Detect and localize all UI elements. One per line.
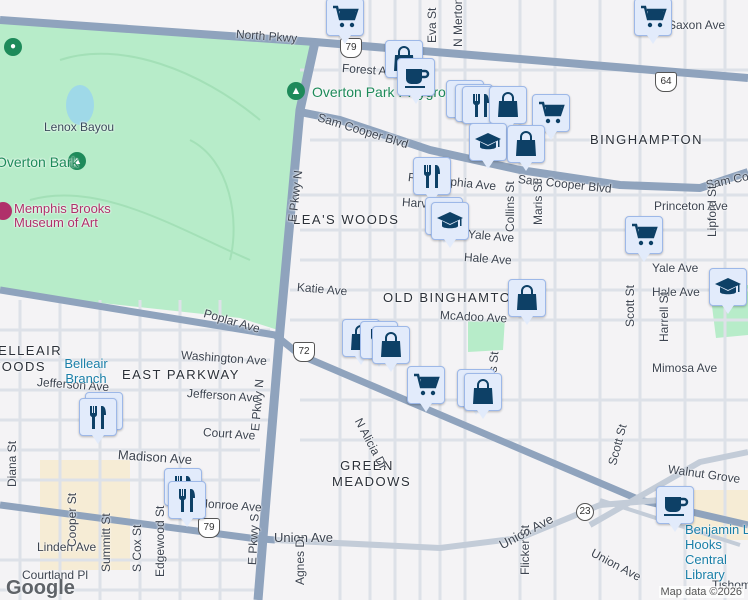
street-label: S Cox St	[130, 524, 144, 572]
street-label: Eva St	[425, 7, 439, 43]
neighborhood-label: BELLEAIR WOODS	[0, 343, 63, 374]
street-label: Edgewood St	[153, 505, 167, 577]
shopping-marker[interactable]	[507, 125, 545, 171]
coffee-icon	[661, 491, 689, 519]
neighborhood-label: BINGHAMPTON	[590, 132, 704, 147]
poi-label[interactable]: Memphis Brooks Museum of Art	[14, 202, 144, 230]
street-label: Collins St	[503, 181, 517, 232]
neighborhood-label: GREEN MEADOWS	[332, 458, 412, 489]
street-label: N Merton St	[451, 0, 465, 47]
dog-park-icon[interactable]: ●	[4, 38, 22, 56]
street-label: E Pkwy S	[245, 513, 262, 566]
neighborhood-label: EAST PARKWAY	[122, 367, 240, 382]
street-label: Agnes Dr	[293, 534, 307, 585]
school-icon	[714, 273, 742, 301]
street-label: Flicker St	[518, 524, 532, 575]
map-attribution[interactable]: Map data ©2026	[658, 586, 744, 598]
neighborhood-label: OLD BINGHAMTON	[383, 290, 523, 305]
poi-label[interactable]: Overton Bark	[0, 154, 78, 170]
school-icon	[436, 207, 464, 235]
poi-label[interactable]: Benjamin L. Hooks Central Library	[685, 522, 748, 582]
shopping-marker[interactable]	[464, 373, 502, 419]
neighborhood-label: LEA'S WOODS	[293, 212, 400, 227]
restaurant-marker[interactable]	[79, 398, 117, 444]
school-marker[interactable]	[431, 202, 469, 248]
route-shield: 72	[293, 342, 315, 362]
bag-icon	[494, 91, 522, 119]
grocery-marker[interactable]	[625, 216, 663, 262]
route-shield: 79	[198, 518, 220, 538]
street-label: Mimosa Ave	[652, 361, 718, 375]
grocery-marker[interactable]	[634, 0, 672, 44]
bag-icon	[377, 331, 405, 359]
school-marker[interactable]	[709, 268, 747, 314]
restaurant-marker[interactable]	[168, 481, 206, 527]
school-marker[interactable]	[469, 123, 507, 169]
cart-icon	[537, 99, 565, 127]
park-icon[interactable]: ▲	[287, 82, 305, 100]
route-shield: 64	[655, 72, 677, 92]
cart-icon	[630, 221, 658, 249]
cart-icon	[639, 3, 667, 31]
bag-icon	[513, 284, 541, 312]
restaurant-icon	[84, 403, 112, 431]
cafe-marker[interactable]	[397, 58, 435, 104]
cafe-marker[interactable]	[656, 486, 694, 532]
street-label: Summitt St	[99, 513, 113, 572]
street-label: Cooper St	[65, 492, 79, 547]
coffee-icon	[402, 63, 430, 91]
restaurant-icon	[418, 162, 446, 190]
route-shield: 23	[576, 503, 594, 521]
shopping-marker[interactable]	[508, 279, 546, 325]
street-label: Scott St	[623, 284, 637, 327]
street-label: Saxon Ave	[668, 18, 726, 32]
shopping-marker[interactable]	[372, 326, 410, 372]
bag-icon	[512, 130, 540, 158]
street-label: Diana St	[5, 440, 19, 487]
poi-label: Lenox Bayou	[44, 120, 115, 134]
street-label: Yale Ave	[652, 261, 699, 275]
cart-icon	[331, 3, 359, 31]
grocery-marker[interactable]	[326, 0, 364, 44]
restaurant-marker[interactable]	[413, 157, 451, 203]
grocery-marker[interactable]	[407, 366, 445, 412]
street-label: Lipford St	[705, 185, 719, 237]
cart-icon	[412, 371, 440, 399]
google-logo[interactable]: Google	[6, 577, 75, 600]
poi-label[interactable]: Belleair Branch	[56, 356, 116, 386]
street-label: Maris St	[531, 180, 545, 225]
school-icon	[474, 128, 502, 156]
shopping-marker[interactable]	[489, 86, 527, 132]
street-label: Harrell St	[657, 291, 671, 342]
restaurant-icon	[173, 486, 201, 514]
bag-icon	[469, 378, 497, 406]
